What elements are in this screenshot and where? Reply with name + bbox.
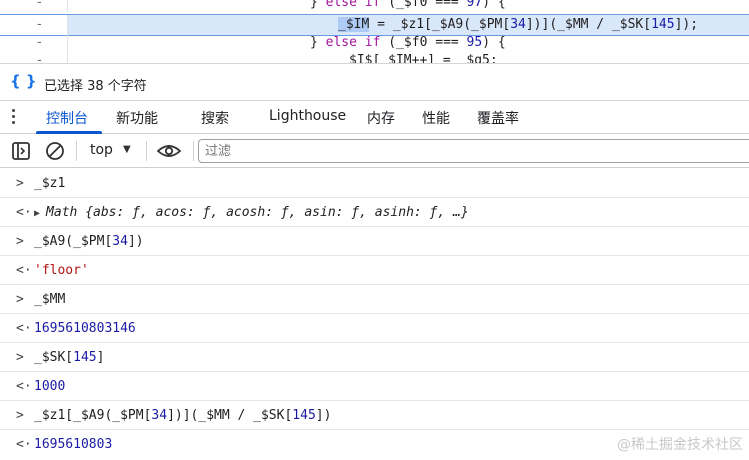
console-output-row[interactable]: <· 'floor' (0, 256, 749, 285)
console-output-row[interactable]: <· ▶ Math {abs: ƒ, acos: ƒ, acosh: ƒ, as… (0, 198, 749, 227)
console-text: _$z1 (34, 176, 66, 191)
console-text: _$A9(_$PM[34]) (34, 234, 144, 249)
console-text: 1695610803146 (34, 321, 136, 336)
selected-text: _$IM (338, 17, 370, 32)
console-input-row[interactable]: > _$MM (0, 285, 749, 314)
diff-marker: - (37, 35, 42, 50)
tab-performance[interactable]: 性能 (422, 108, 450, 128)
filter-input[interactable] (198, 139, 749, 163)
tab-whats-new[interactable]: 新功能 (116, 108, 158, 128)
code-text: _$IM = _$z1[_$A9(_$PM[34])](_$MM / _$SK[… (338, 17, 699, 32)
line-gutter: - (0, 34, 68, 52)
toolbar-divider (146, 141, 147, 161)
input-chevron-icon: > (16, 350, 24, 365)
console-text: _$MM (34, 292, 66, 307)
output-arrow-icon: <· (16, 321, 32, 336)
clear-console-icon[interactable] (44, 140, 66, 162)
tab-console[interactable]: 控制台 (46, 108, 88, 128)
curly-braces-icon[interactable]: { } (10, 72, 37, 90)
input-chevron-icon: > (16, 176, 24, 191)
code-text: } else if (_$f0 === 95) { (310, 35, 506, 50)
input-chevron-icon: > (16, 234, 24, 249)
tab-memory[interactable]: 内存 (367, 108, 395, 128)
tab-lighthouse[interactable]: Lighthouse (269, 108, 346, 124)
code-text: } else if (_$f0 === 97) { (310, 0, 506, 10)
console-output-row[interactable]: <· 1695610803 (0, 430, 749, 459)
console-text: _$z1[_$A9(_$PM[34])](_$MM / _$SK[145]) (34, 408, 332, 423)
diff-marker: - (37, 53, 42, 63)
line-gutter: - (0, 0, 68, 12)
console-text: 1695610803 (34, 437, 113, 452)
expand-triangle-icon[interactable]: ▶ (34, 208, 46, 219)
console-input-row[interactable]: > _$SK[145] (0, 343, 749, 372)
code-line: - } else if (_$f0 === 95) { (0, 34, 749, 52)
devtools-tabbar: 控制台 新功能 搜索 Lighthouse 内存 性能 覆盖率 (0, 101, 749, 134)
code-line: - } else if (_$f0 === 97) { (0, 0, 749, 12)
console-toolbar: top ▼ (0, 134, 749, 168)
console-output: > _$z1 <· ▶ Math {abs: ƒ, acos: ƒ, acosh… (0, 169, 749, 460)
line-gutter: - (0, 52, 68, 63)
input-chevron-icon: > (16, 292, 24, 307)
output-arrow-icon: <· (16, 379, 32, 394)
console-text: 1000 (34, 379, 66, 394)
console-input-row[interactable]: > _$A9(_$PM[34]) (0, 227, 749, 256)
console-text: _$SK[145] (34, 350, 105, 365)
diff-marker: - (37, 17, 42, 32)
tab-search[interactable]: 搜索 (201, 108, 229, 128)
diff-marker: - (37, 0, 42, 10)
console-text: ▶ Math {abs: ƒ, acos: ƒ, acosh: ƒ, asin:… (34, 205, 469, 220)
source-code-panel: - } else if (_$f0 === 97) { - _$IM = _$z… (0, 0, 749, 63)
dropdown-caret-icon[interactable]: ▼ (123, 144, 131, 155)
console-input-row[interactable]: > _$z1[_$A9(_$PM[34])](_$MM / _$SK[145]) (0, 401, 749, 430)
console-input-row[interactable]: > _$z1 (0, 169, 749, 198)
code-line: - $I$[ $IM++] = $g5; (0, 52, 749, 63)
selection-status-bar: { } 已选择 38 个字符 (0, 63, 749, 101)
code-text: $I$[ $IM++] = $g5; (349, 53, 498, 63)
context-selector[interactable]: top (90, 142, 113, 158)
line-gutter: - (0, 15, 68, 35)
eye-icon[interactable] (156, 140, 182, 162)
selection-count: 已选择 38 个字符 (44, 79, 147, 94)
console-output-row[interactable]: <· 1000 (0, 372, 749, 401)
output-arrow-icon: <· (16, 205, 32, 220)
tab-coverage[interactable]: 覆盖率 (477, 108, 519, 128)
console-output-row[interactable]: <· 1695610803146 (0, 314, 749, 343)
code-line-highlighted: - _$IM = _$z1[_$A9(_$PM[34])](_$MM / _$S… (0, 14, 749, 36)
toolbar-divider (76, 141, 77, 161)
output-arrow-icon: <· (16, 263, 32, 278)
console-text: 'floor' (34, 263, 89, 278)
output-arrow-icon: <· (16, 437, 32, 452)
toolbar-divider (193, 141, 194, 161)
more-options-icon[interactable] (12, 109, 16, 125)
input-chevron-icon: > (16, 408, 24, 423)
sidebar-toggle-icon[interactable] (10, 140, 32, 162)
